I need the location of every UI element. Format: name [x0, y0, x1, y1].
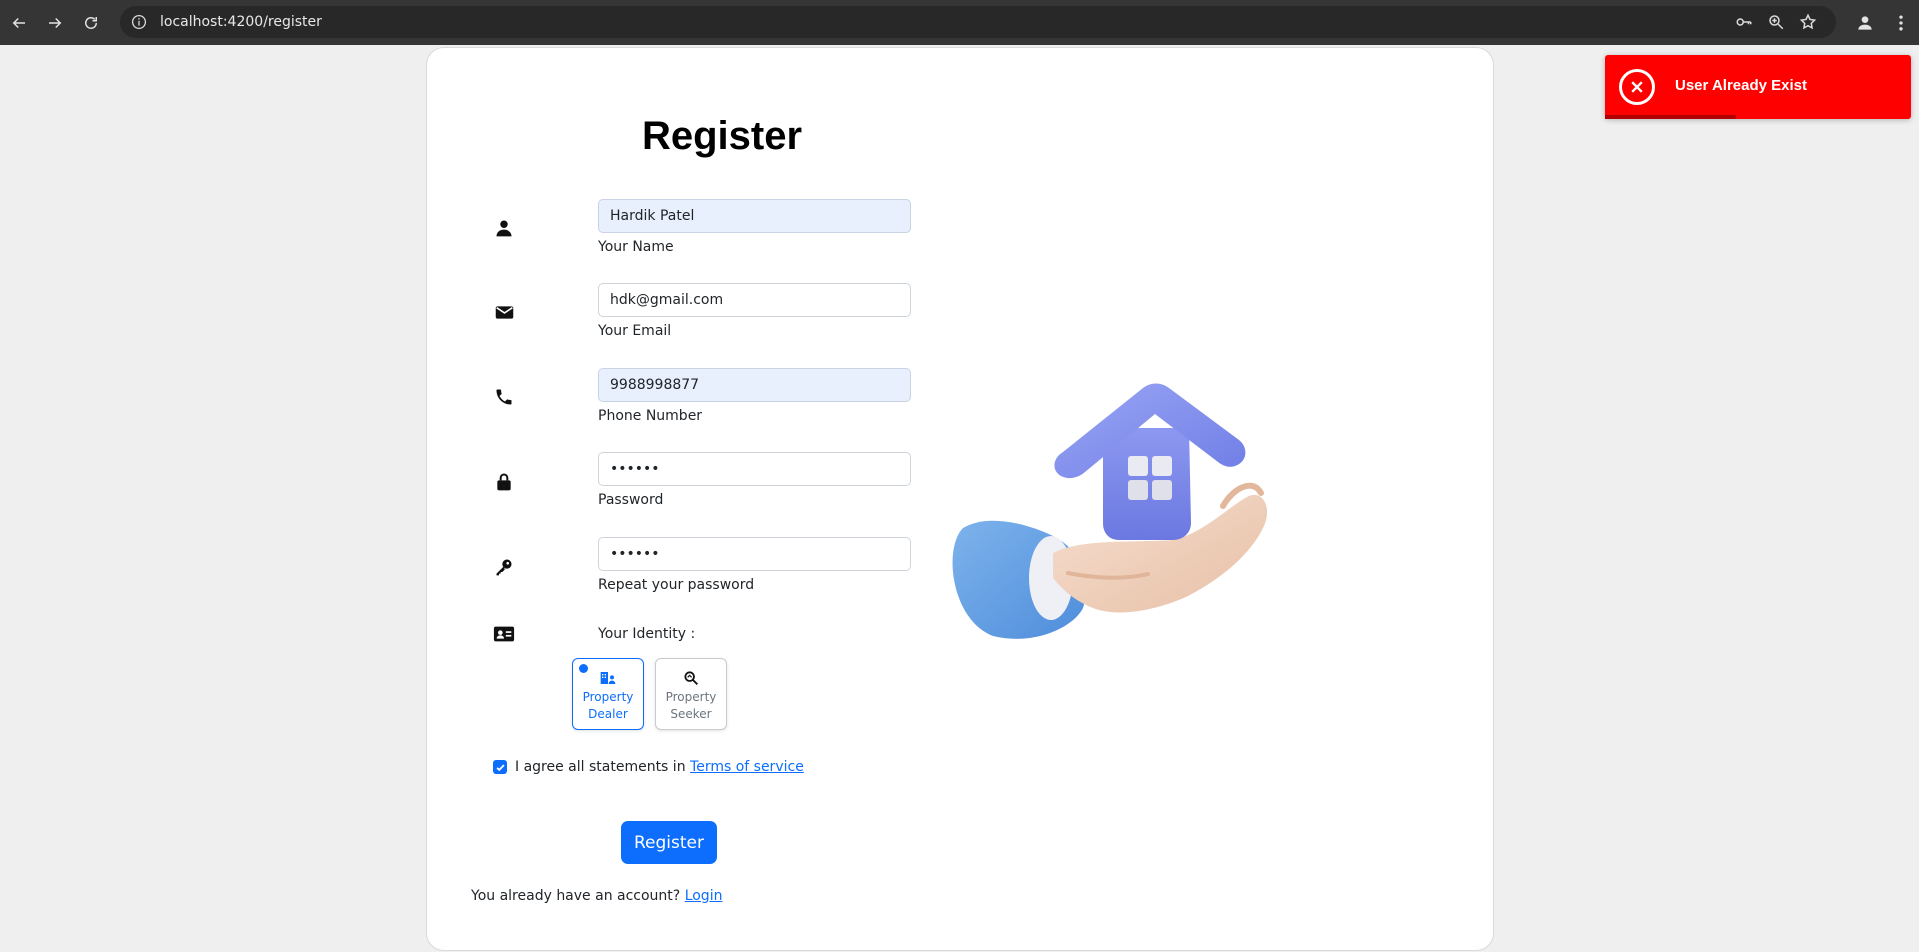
hand-holding-house-illustration	[952, 383, 1268, 639]
envelope-icon	[493, 301, 515, 323]
agree-checkbox[interactable]	[493, 760, 507, 774]
page-title: Register	[641, 114, 803, 158]
phone-icon	[493, 386, 515, 408]
toast-progress-bar	[1605, 115, 1736, 119]
key-icon[interactable]	[1734, 12, 1754, 32]
agree-row: I agree all statements in Terms of servi…	[493, 759, 804, 775]
zoom-icon[interactable]	[1766, 12, 1786, 32]
seeker-line1: Property	[665, 690, 717, 704]
star-icon[interactable]	[1798, 12, 1818, 32]
identity-label: Your Identity :	[598, 626, 696, 642]
selected-radio-dot	[579, 664, 588, 673]
key-icon	[493, 556, 515, 578]
id-card-icon	[493, 623, 515, 645]
name-label: Your Name	[598, 239, 674, 255]
error-x-icon	[1619, 69, 1655, 105]
password-input[interactable]	[598, 452, 911, 486]
phone-input[interactable]	[598, 368, 911, 402]
phone-label: Phone Number	[598, 408, 703, 424]
toast-message: User Already Exist	[1675, 77, 1808, 94]
name-input[interactable]	[598, 199, 911, 233]
url-text[interactable]: localhost:4200/register	[160, 14, 322, 30]
forward-icon[interactable]	[38, 6, 72, 40]
repeat-password-label: Repeat your password	[598, 577, 755, 593]
agree-text: I agree all statements in	[515, 759, 686, 775]
register-button[interactable]: Register	[621, 821, 717, 864]
repeat-password-input[interactable]	[598, 537, 911, 571]
property-seeker-option[interactable]: Property Seeker	[655, 658, 727, 730]
browser-toolbar: localhost:4200/register	[0, 0, 1919, 45]
user-icon	[493, 217, 515, 239]
info-icon[interactable]	[130, 13, 148, 31]
dealer-line2: Dealer	[588, 707, 628, 721]
login-link[interactable]: Login	[685, 888, 723, 904]
terms-link[interactable]: Terms of service	[690, 759, 804, 775]
error-toast[interactable]: User Already Exist	[1605, 55, 1911, 119]
address-bar[interactable]: localhost:4200/register	[120, 6, 1836, 38]
email-label: Your Email	[598, 323, 672, 339]
password-label: Password	[598, 492, 664, 508]
profile-icon[interactable]	[1847, 5, 1883, 41]
property-dealer-option[interactable]: Property Dealer	[572, 658, 644, 730]
reload-icon[interactable]	[74, 6, 108, 40]
login-prompt-text: You already have an account?	[471, 888, 681, 904]
back-icon[interactable]	[2, 6, 36, 40]
menu-icon[interactable]	[1883, 5, 1919, 41]
search-house-icon	[656, 669, 726, 687]
lock-icon	[493, 471, 515, 493]
seeker-line2: Seeker	[670, 707, 712, 721]
email-input[interactable]	[598, 283, 911, 317]
dealer-line1: Property	[582, 690, 634, 704]
register-card: Register Your Name Your Email Phone Numb…	[426, 47, 1494, 951]
login-prompt-row: You already have an account? Login	[471, 888, 722, 904]
